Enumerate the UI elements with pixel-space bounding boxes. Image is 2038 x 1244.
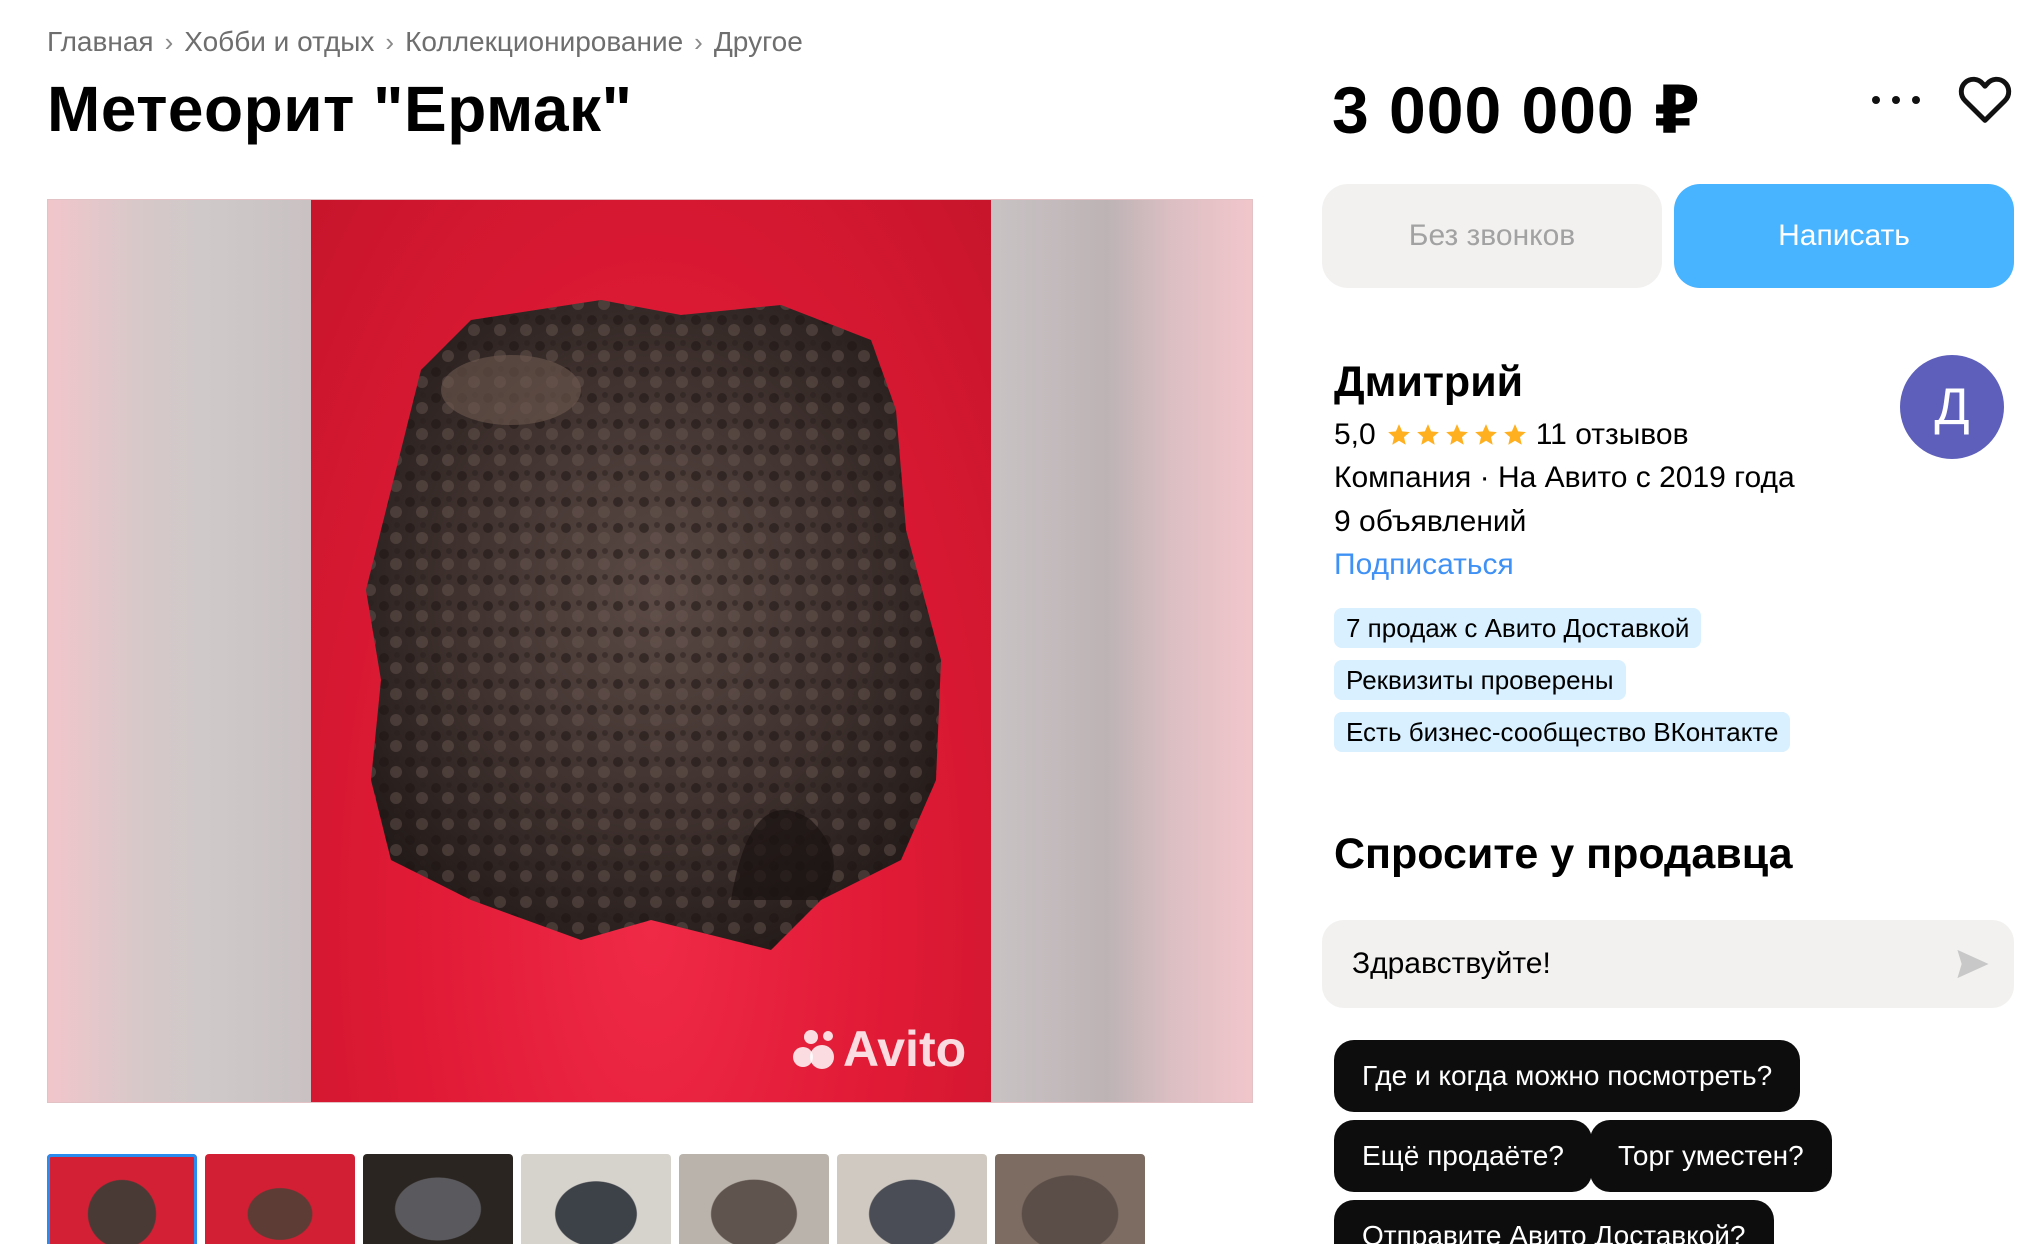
thumbnail-1[interactable] [47, 1154, 197, 1244]
watermark-text: Avito [843, 1021, 967, 1077]
more-options-icon[interactable] [1872, 82, 1920, 118]
quick-question-delivery[interactable]: Отправите Авито Доставкой? [1334, 1200, 1774, 1244]
chevron-right-icon: › [694, 26, 703, 57]
seller-name[interactable]: Дмитрий [1334, 358, 1523, 407]
seller-meta: Компания · На Авито с 2019 года [1334, 461, 1795, 494]
write-message-button[interactable]: Написать [1674, 184, 2014, 288]
star-icon [1416, 424, 1439, 445]
ask-seller-title: Спросите у продавца [1334, 830, 1793, 878]
quick-question-where-when[interactable]: Где и когда можно посмотреть? [1334, 1040, 1801, 1112]
quick-question-still-selling[interactable]: Ещё продаёте? [1334, 1120, 1592, 1192]
star-icon [1503, 424, 1526, 445]
gallery-blur-right [989, 200, 1252, 1102]
breadcrumb: Главная › Хобби и отдых › Коллекциониров… [47, 26, 803, 58]
breadcrumb-other[interactable]: Другое [714, 26, 803, 58]
main-photo[interactable]: Avito [311, 200, 991, 1102]
listing-title: Метеорит "Ермак" [47, 73, 633, 145]
thumbnail-strip [47, 1154, 1145, 1244]
reviews-link[interactable]: 11 отзывов [1536, 418, 1689, 452]
thumbnail-2[interactable] [205, 1154, 355, 1244]
message-input[interactable] [1352, 947, 1952, 981]
rating-value: 5,0 [1334, 418, 1376, 451]
seller-listings-count[interactable]: 9 объявлений [1334, 505, 1526, 539]
badge-delivery-sales: 7 продаж с Авито Доставкой [1334, 608, 1702, 648]
listing-price: 3 000 000 ₽ [1332, 73, 1701, 147]
chevron-right-icon: › [164, 26, 174, 57]
meteorite-image [366, 300, 941, 950]
thumbnail-7[interactable] [995, 1154, 1145, 1244]
breadcrumb-hobby[interactable]: Хобби и отдых [184, 26, 374, 58]
thumbnail-5[interactable] [679, 1154, 829, 1244]
avito-logo-icon [793, 1030, 834, 1069]
thumbnail-3[interactable] [363, 1154, 513, 1244]
favorite-heart-icon[interactable] [1958, 74, 2012, 124]
subscribe-link[interactable]: Подписаться [1334, 548, 1514, 582]
photo-gallery[interactable]: Avito [47, 199, 1253, 1103]
breadcrumb-home[interactable]: Главная [47, 26, 154, 58]
quick-question-bargain[interactable]: Торг уместен? [1590, 1120, 1832, 1192]
avito-watermark: Avito [791, 1020, 966, 1078]
badge-vk-community: Есть бизнес-сообщество ВКонтакте [1334, 712, 1791, 752]
chevron-right-icon: › [385, 26, 395, 57]
badge-requisites-verified: Реквизиты проверены [1334, 660, 1626, 700]
seller-avatar[interactable]: Д [1900, 355, 2004, 459]
star-icon [1445, 424, 1468, 445]
message-box [1322, 920, 2014, 1008]
rating-stars [1386, 422, 1528, 448]
star-icon [1474, 424, 1497, 445]
seller-rating: 5,0 11 отзывов [1334, 418, 1689, 452]
star-icon [1387, 424, 1410, 445]
no-calls-button[interactable]: Без звонков [1322, 184, 1662, 288]
breadcrumb-collecting[interactable]: Коллекционирование [405, 26, 683, 58]
thumbnail-4[interactable] [521, 1154, 671, 1244]
gallery-blur-left [48, 200, 311, 1102]
send-icon[interactable] [1956, 948, 1990, 980]
thumbnail-6[interactable] [837, 1154, 987, 1244]
